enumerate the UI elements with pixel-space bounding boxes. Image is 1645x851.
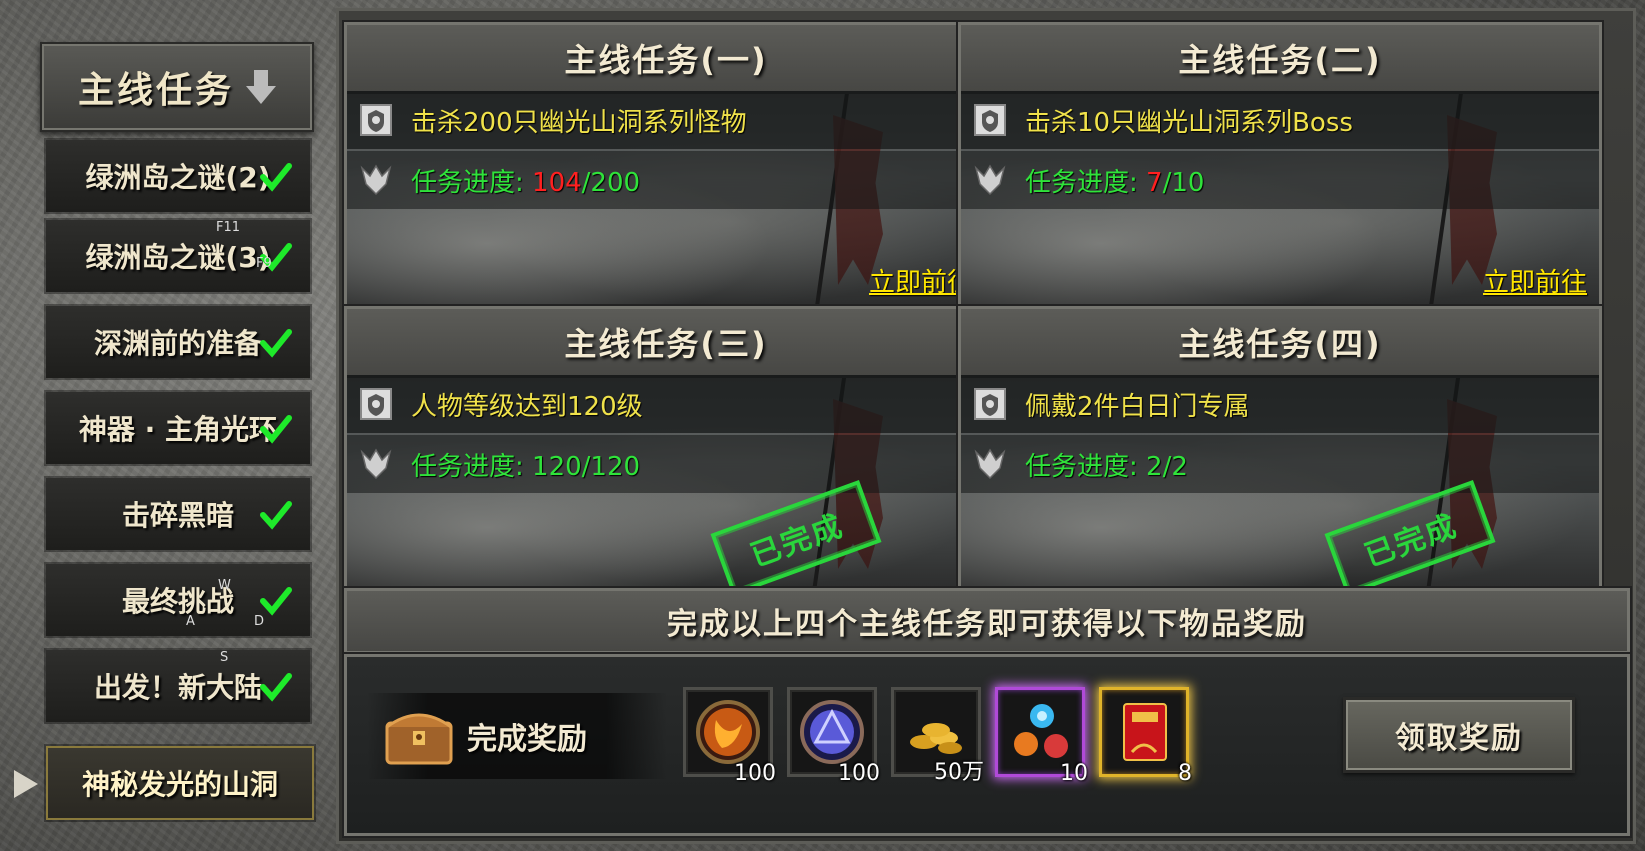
sidebar-item-label: 绿洲岛之谜(3) [85, 241, 271, 274]
reward-qty: 100 [838, 761, 880, 786]
sidebar-item-artifact-halo[interactable]: 神器 · 主角光环 [46, 392, 310, 464]
task-title: 主线任务(四) [1178, 325, 1382, 363]
reward-header-text: 完成以上四个主线任务即可获得以下物品奖励 [667, 607, 1307, 642]
checkmark-icon [260, 587, 292, 616]
reward-slot[interactable]: 100 [683, 687, 776, 786]
key-hint-f9: F9 [256, 256, 272, 271]
task-progress: 任务进度: 120/120 [411, 451, 641, 482]
sidebar-title: 主线任务 [77, 70, 234, 111]
task-objective: 击杀10只幽光山洞系列Boss [1025, 107, 1353, 138]
sidebar-item-label: 深渊前的准备 [93, 327, 262, 360]
progress-current: 120 [532, 451, 582, 482]
task-progress-row: 任务进度: 2/2 [961, 435, 1599, 493]
reward-label: 完成奖励 [467, 722, 587, 757]
task-objective-row: 击杀200只幽光山洞系列怪物 [347, 91, 985, 149]
claim-reward-button[interactable]: 领取奖励 [1343, 697, 1575, 773]
task-card-2: 主线任务(二) 击杀10只幽光山洞系列Boss 任务进度: 7/10 立即前往 [958, 22, 1602, 312]
reward-slot[interactable]: 8 [1099, 687, 1192, 786]
sidebar-item-label: 神秘发光的山洞 [81, 768, 278, 801]
task-objective: 人物等级达到120级 [411, 391, 643, 422]
task-header: 主线任务(四) [961, 309, 1599, 378]
task-progress: 任务进度: 2/2 [1025, 451, 1188, 482]
task-progress-row: 任务进度: 7/10 [961, 151, 1599, 209]
wolf-emblem-icon [969, 159, 1011, 201]
shield-icon [355, 383, 397, 425]
progress-current: 104 [532, 167, 582, 198]
task-title: 主线任务(二) [1178, 41, 1382, 79]
goto-now-link[interactable]: 立即前往 [1483, 262, 1587, 299]
sidebar-item-label: 击碎黑暗 [121, 499, 234, 532]
claim-reward-label: 领取奖励 [1395, 721, 1523, 756]
reward-slot[interactable]: 50万 [891, 687, 984, 785]
shield-icon [969, 383, 1011, 425]
task-header: 主线任务(一) [347, 25, 985, 94]
reward-header: 完成以上四个主线任务即可获得以下物品奖励 [344, 588, 1630, 654]
progress-total: /200 [581, 167, 641, 198]
wolf-emblem-icon [969, 443, 1011, 485]
sidebar-item-abyss-prep[interactable]: 深渊前的准备 [46, 306, 310, 378]
sidebar-item-label: 神器 · 主角光环 [78, 413, 278, 446]
task-card-4: 主线任务(四) 佩戴2件白日门专属 任务进度: 2/2 已完成 [958, 306, 1602, 596]
progress-total: /2 [1162, 451, 1188, 482]
red-book-icon [1123, 703, 1167, 761]
reward-slot[interactable]: 100 [787, 687, 880, 786]
quest-sidebar: 主线任务 绿洲岛之谜(2) 绿洲岛之谜(3) 深渊前的准备 神器 · 主角光环 … [0, 0, 330, 851]
checkmark-icon [260, 415, 292, 444]
sidebar-item-final-challenge[interactable]: 最终挑战 [46, 564, 310, 636]
progress-current: 7 [1146, 167, 1163, 198]
task-progress-row: 任务进度: 104/200 [347, 151, 985, 209]
wolf-emblem-icon [355, 443, 397, 485]
reward-qty: 50万 [934, 760, 984, 785]
task-progress: 任务进度: 7/10 [1025, 167, 1205, 198]
task-card-1: 主线任务(一) 击杀200只幽光山洞系列怪物 任务进度: 104/200 立即前… [344, 22, 988, 312]
sidebar-item-new-continent[interactable]: 出发！新大陆 [46, 650, 310, 722]
shield-icon [969, 99, 1011, 141]
progress-current: 2 [1146, 451, 1163, 482]
sidebar-item-oasis-2[interactable]: 绿洲岛之谜(2) [46, 140, 310, 212]
checkmark-icon [260, 501, 292, 530]
sidebar-item-label: 出发！新大陆 [93, 671, 262, 704]
reward-slot[interactable]: 10 [995, 687, 1088, 786]
reward-qty: 10 [1060, 761, 1088, 786]
treasure-chest-icon [379, 701, 459, 771]
key-hint-f11: F11 [216, 220, 241, 235]
task-card-3: 主线任务(三) 人物等级达到120级 任务进度: 120/120 已完成 [344, 306, 988, 596]
task-progress-row: 任务进度: 120/120 [347, 435, 985, 493]
wolf-emblem-icon [355, 159, 397, 201]
task-objective: 击杀200只幽光山洞系列怪物 [411, 107, 747, 138]
task-header: 主线任务(三) [347, 309, 985, 378]
task-objective-row: 佩戴2件白日门专属 [961, 375, 1599, 433]
shield-icon [355, 99, 397, 141]
sidebar-item-label: 绿洲岛之谜(2) [85, 161, 271, 194]
task-header: 主线任务(二) [961, 25, 1599, 94]
reward-qty: 100 [734, 761, 776, 786]
progress-total: /120 [581, 451, 641, 482]
key-hint-d: D [254, 614, 265, 629]
arrow-down-icon [246, 70, 276, 104]
progress-total: /10 [1162, 167, 1205, 198]
task-title: 主线任务(一) [564, 41, 768, 79]
key-hint-a: A [186, 614, 195, 629]
checkmark-icon [260, 163, 292, 192]
task-title: 主线任务(三) [564, 325, 768, 363]
reward-qty: 8 [1178, 761, 1192, 786]
quest-main-panel: 主线任务(一) 击杀200只幽光山洞系列怪物 任务进度: 104/200 立即前… [336, 8, 1636, 844]
task-objective-row: 人物等级达到120级 [347, 375, 985, 433]
reward-panel: 完成奖励 100 100 50万 10 8 领取奖励 [344, 654, 1630, 836]
key-hint-s: S [220, 650, 229, 665]
sidebar-item-shatter-dark[interactable]: 击碎黑暗 [46, 478, 310, 550]
sidebar-item-glowing-cave[interactable]: 神秘发光的山洞 [46, 746, 314, 820]
play-arrow-icon [14, 770, 38, 798]
reward-label-banner: 完成奖励 [367, 693, 667, 779]
checkmark-icon [260, 673, 292, 702]
task-progress: 任务进度: 104/200 [411, 167, 641, 198]
checkmark-icon [260, 329, 292, 358]
sidebar-header[interactable]: 主线任务 [40, 42, 314, 132]
task-objective-row: 击杀10只幽光山洞系列Boss [961, 91, 1599, 149]
task-objective: 佩戴2件白日门专属 [1025, 391, 1250, 422]
key-hint-w: W [218, 578, 231, 593]
